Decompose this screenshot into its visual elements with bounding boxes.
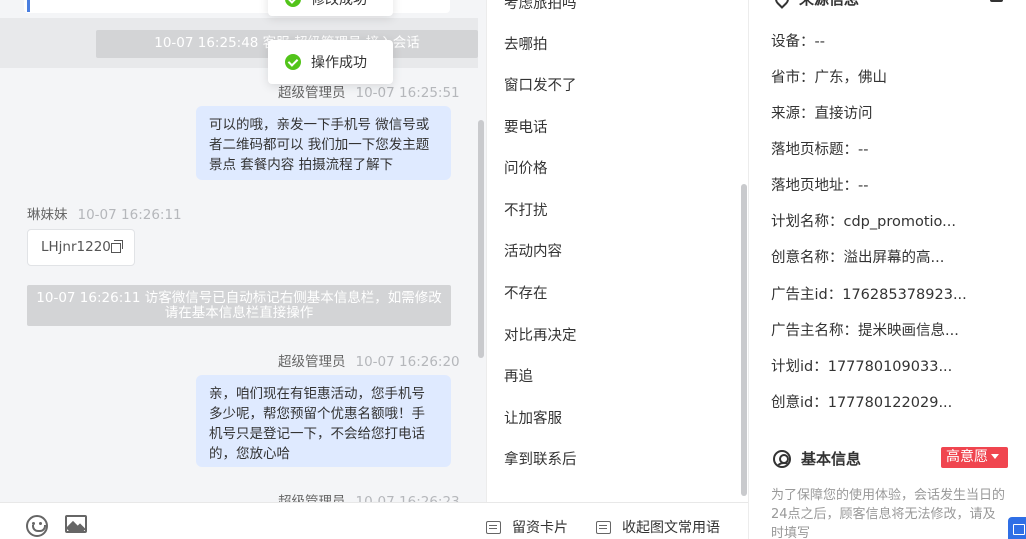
user-icon (773, 449, 791, 468)
info-label: 创意名称： (771, 250, 844, 266)
card-icon (486, 520, 501, 534)
info-row-device: 设备：-- (771, 30, 825, 51)
info-row-advertiser-name: 广告主名称：提米映画信息... (771, 319, 959, 340)
location-pin-icon (772, 0, 792, 9)
info-value: 直接访问 (814, 106, 873, 122)
info-value: -- (858, 142, 869, 158)
chat-panel: 10-07 16:25:48 客服 超级管理员 接入会话 超级管理员 10-07 … (0, 0, 486, 539)
message-meta: 琳妹妹 10-07 16:26:11 (27, 203, 182, 223)
sender-name: 琳妹妹 (27, 207, 68, 223)
source-info-header: 来源信息 (772, 0, 859, 9)
info-value: cdp_promotio... (843, 214, 957, 230)
success-check-icon (285, 0, 301, 7)
info-label: 计划名称： (771, 214, 844, 230)
system-message: 10-07 16:26:11 访客微信号已自动标记右侧基本信息栏，如需修改请在基… (27, 285, 451, 326)
quick-reply-item[interactable]: 窗口发不了 (504, 74, 577, 95)
toast-text: 修改成功 (311, 0, 367, 8)
section-title: 来源信息 (799, 0, 859, 9)
info-row-source: 来源：直接访问 (771, 102, 873, 123)
toast-text: 操作成功 (311, 55, 367, 71)
info-value: 溢出屏幕的高... (843, 250, 945, 266)
quick-reply-item[interactable]: 拿到联系后 (504, 448, 577, 469)
info-row-creative-name: 创意名称：溢出屏幕的高... (771, 246, 944, 267)
info-value: 177780109033... (827, 359, 953, 375)
info-label: 设备： (771, 34, 815, 50)
info-row-city: 省市：广东，佛山 (771, 66, 887, 87)
outgoing-message: 亲，咱们现在有钜惠活动，您手机号多少呢，帮您预留个优惠名额哦！手机号只是登记一下… (196, 375, 451, 467)
quick-reply-item[interactable]: 考虑旅拍吗 (504, 0, 577, 13)
info-row-advertiser-id: 广告主id：176285378923... (771, 283, 967, 304)
message-meta: 超级管理员 10-07 16:26:20 (278, 350, 460, 370)
info-row-plan-id: 计划id：177780109033... (771, 355, 952, 376)
toast-notification: 修改成功 (268, 0, 393, 16)
quick-reply-item[interactable]: 对比再决定 (504, 324, 577, 345)
quick-reply-panel: 考虑旅拍吗 去哪拍 窗口发不了 要电话 问价格 不打扰 活动内容 不存在 对比再… (486, 0, 748, 502)
quick-reply-item[interactable]: 活动内容 (504, 240, 562, 261)
quick-reply-item[interactable]: 让加客服 (504, 407, 562, 428)
info-value: 176285378923... (842, 287, 967, 303)
system-message-row: 10-07 16:25:48 客服 超级管理员 接入会话 (0, 18, 478, 68)
info-value: 177780122029... (827, 395, 953, 411)
edit-icon[interactable] (990, 0, 1003, 2)
info-value: 提米映画信息... (858, 323, 959, 339)
info-value: -- (858, 178, 869, 194)
quick-reply-item[interactable]: 去哪拍 (504, 33, 548, 54)
basic-info-header: 基本信息 (773, 448, 861, 469)
quick-reply-item[interactable]: 问价格 (504, 157, 548, 178)
info-label: 落地页标题： (771, 142, 858, 158)
floating-action-button[interactable] (1008, 517, 1026, 539)
info-row-plan-name: 计划名称：cdp_promotio... (771, 210, 956, 231)
quick-reply-item[interactable]: 再追 (504, 365, 533, 386)
info-label: 落地页地址： (771, 178, 858, 194)
outgoing-message: 可以的哦，亲发一下手机号 微信号或者二维码都可以 我们加一下您发主题景点 套餐内… (196, 106, 451, 180)
info-value: 广东，佛山 (814, 70, 888, 86)
info-notice: 为了保障您的使用体验，会话发生当日的24点之后，顾客信息将无法修改，请及时填写 (771, 488, 1006, 539)
message-time: 10-07 16:26:20 (355, 354, 460, 370)
info-row-landing-title: 落地页标题：-- (771, 138, 868, 159)
collapse-phrases-button[interactable]: 收起图文常用语 (596, 517, 720, 537)
emoji-icon[interactable] (26, 515, 48, 537)
card-icon (596, 520, 611, 534)
quick-reply-scrollbar[interactable] (741, 184, 747, 496)
lead-card-label: 留资卡片 (512, 520, 568, 536)
info-label: 来源： (771, 106, 815, 122)
intent-level-label: 高意愿 (946, 449, 988, 465)
image-icon[interactable] (65, 515, 87, 533)
intent-level-dropdown[interactable]: 高意愿 (941, 447, 1008, 468)
sender-name: 超级管理员 (278, 85, 346, 101)
toast-notification: 操作成功 (268, 40, 393, 84)
info-label: 计划id： (771, 359, 828, 375)
incoming-message: LHjnr1220 (27, 229, 135, 266)
chat-toolbar: 留资卡片 收起图文常用语 (0, 502, 748, 539)
info-row-creative-id: 创意id：177780122029... (771, 391, 952, 412)
section-title: 基本信息 (801, 450, 862, 468)
quick-reply-item[interactable]: 要电话 (504, 116, 548, 137)
chat-scrollbar[interactable] (478, 120, 484, 358)
visitor-info-panel: 来源信息 设备：-- 省市：广东，佛山 来源：直接访问 落地页标题：-- 落地页… (748, 0, 1026, 539)
info-label: 创意id： (771, 395, 828, 411)
message-meta: 超级管理员 10-07 16:25:51 (278, 81, 460, 101)
wechat-id-text: LHjnr1220 (41, 239, 111, 255)
collapse-phrases-label: 收起图文常用语 (622, 520, 720, 536)
info-value: -- (814, 34, 825, 50)
quick-reply-item[interactable]: 不存在 (504, 282, 548, 303)
lead-card-button[interactable]: 留资卡片 (486, 517, 568, 537)
quick-reply-item[interactable]: 不打扰 (504, 199, 548, 220)
info-label: 广告主id： (771, 287, 843, 303)
copy-icon[interactable] (110, 240, 123, 253)
success-check-icon (285, 54, 301, 70)
sender-name: 超级管理员 (278, 354, 346, 370)
info-row-landing-url: 落地页地址：-- (771, 174, 868, 195)
message-time: 10-07 16:26:11 (77, 207, 182, 223)
message-time: 10-07 16:25:51 (355, 85, 460, 101)
caret-down-icon (991, 454, 999, 459)
info-label: 省市： (771, 70, 815, 86)
info-label: 广告主名称： (771, 323, 858, 339)
